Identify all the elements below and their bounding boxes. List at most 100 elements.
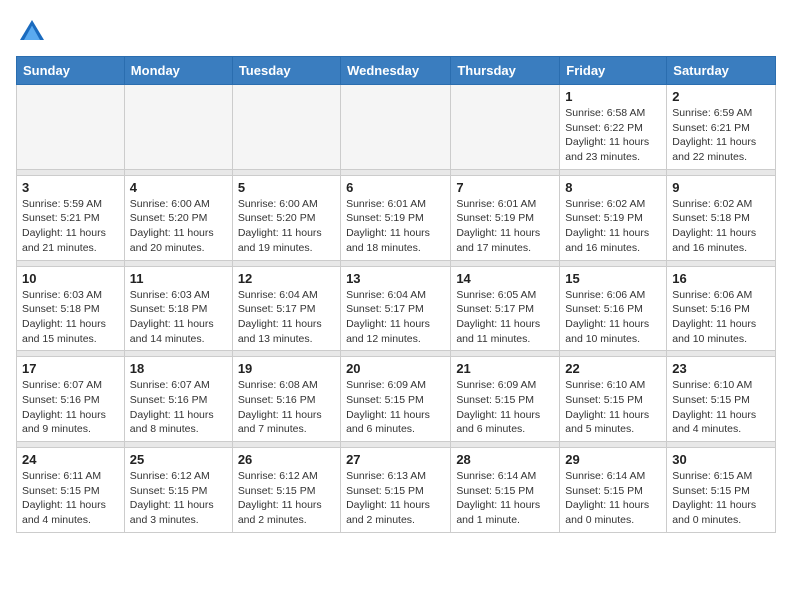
day-number: 19 — [238, 361, 335, 376]
calendar-cell: 21 Sunrise: 6:09 AM Sunset: 5:15 PM Dayli… — [451, 357, 560, 442]
day-number: 30 — [672, 452, 770, 467]
day-info: Sunrise: 6:07 AM Sunset: 5:16 PM Dayligh… — [130, 378, 227, 437]
day-info: Sunrise: 6:15 AM Sunset: 5:15 PM Dayligh… — [672, 469, 770, 528]
calendar-week-row: 1Sunrise: 6:58 AM Sunset: 6:22 PM Daylig… — [17, 85, 776, 170]
day-info: Sunrise: 6:09 AM Sunset: 5:15 PM Dayligh… — [346, 378, 445, 437]
day-info: Sunrise: 6:04 AM Sunset: 5:17 PM Dayligh… — [346, 288, 445, 347]
calendar-cell: 9 Sunrise: 6:02 AM Sunset: 5:18 PM Daylig… — [667, 175, 776, 260]
logo-icon — [16, 16, 48, 48]
day-number: 25 — [130, 452, 227, 467]
calendar-cell: 4Sunrise: 6:00 AM Sunset: 5:20 PM Daylig… — [124, 175, 232, 260]
calendar-cell: 8Sunrise: 6:02 AM Sunset: 5:19 PM Daylig… — [560, 175, 667, 260]
day-info: Sunrise: 6:09 AM Sunset: 5:15 PM Dayligh… — [456, 378, 554, 437]
day-number: 26 — [238, 452, 335, 467]
day-number: 15 — [565, 271, 661, 286]
day-number: 27 — [346, 452, 445, 467]
day-number: 7 — [456, 180, 554, 195]
day-number: 10 — [22, 271, 119, 286]
day-info: Sunrise: 6:01 AM Sunset: 5:19 PM Dayligh… — [456, 197, 554, 256]
calendar-cell: 16Sunrise: 6:06 AM Sunset: 5:16 PM Dayli… — [667, 266, 776, 351]
calendar-cell: 27 Sunrise: 6:13 AM Sunset: 5:15 PM Dayli… — [341, 448, 451, 533]
day-info: Sunrise: 6:10 AM Sunset: 5:15 PM Dayligh… — [565, 378, 661, 437]
calendar-cell — [17, 85, 125, 170]
calendar-cell: 30 Sunrise: 6:15 AM Sunset: 5:15 PM Dayli… — [667, 448, 776, 533]
calendar-cell — [451, 85, 560, 170]
calendar-cell: 14 Sunrise: 6:05 AM Sunset: 5:17 PM Dayli… — [451, 266, 560, 351]
day-info: Sunrise: 6:03 AM Sunset: 5:18 PM Dayligh… — [130, 288, 227, 347]
day-info: Sunrise: 5:59 AM Sunset: 5:21 PM Dayligh… — [22, 197, 119, 256]
day-info: Sunrise: 6:12 AM Sunset: 5:15 PM Dayligh… — [238, 469, 335, 528]
calendar-cell: 6Sunrise: 6:01 AM Sunset: 5:19 PM Daylig… — [341, 175, 451, 260]
calendar-header-saturday: Saturday — [667, 57, 776, 85]
calendar-cell — [232, 85, 340, 170]
day-info: Sunrise: 6:04 AM Sunset: 5:17 PM Dayligh… — [238, 288, 335, 347]
day-info: Sunrise: 6:08 AM Sunset: 5:16 PM Dayligh… — [238, 378, 335, 437]
day-number: 2 — [672, 89, 770, 104]
calendar-header-tuesday: Tuesday — [232, 57, 340, 85]
day-number: 28 — [456, 452, 554, 467]
calendar-cell: 25 Sunrise: 6:12 AM Sunset: 5:15 PM Dayli… — [124, 448, 232, 533]
calendar-cell: 18 Sunrise: 6:07 AM Sunset: 5:16 PM Dayli… — [124, 357, 232, 442]
calendar-cell: 28Sunrise: 6:14 AM Sunset: 5:15 PM Dayli… — [451, 448, 560, 533]
calendar-week-row: 24Sunrise: 6:11 AM Sunset: 5:15 PM Dayli… — [17, 448, 776, 533]
calendar-cell: 1Sunrise: 6:58 AM Sunset: 6:22 PM Daylig… — [560, 85, 667, 170]
day-number: 13 — [346, 271, 445, 286]
calendar-cell: 24Sunrise: 6:11 AM Sunset: 5:15 PM Dayli… — [17, 448, 125, 533]
calendar-header-friday: Friday — [560, 57, 667, 85]
calendar-week-row: 3 Sunrise: 5:59 AM Sunset: 5:21 PM Daylig… — [17, 175, 776, 260]
day-info: Sunrise: 6:13 AM Sunset: 5:15 PM Dayligh… — [346, 469, 445, 528]
day-info: Sunrise: 6:11 AM Sunset: 5:15 PM Dayligh… — [22, 469, 119, 528]
day-info: Sunrise: 6:14 AM Sunset: 5:15 PM Dayligh… — [565, 469, 661, 528]
day-number: 29 — [565, 452, 661, 467]
day-number: 17 — [22, 361, 119, 376]
day-info: Sunrise: 6:10 AM Sunset: 5:15 PM Dayligh… — [672, 378, 770, 437]
calendar-cell: 20 Sunrise: 6:09 AM Sunset: 5:15 PM Dayli… — [341, 357, 451, 442]
day-info: Sunrise: 6:58 AM Sunset: 6:22 PM Dayligh… — [565, 106, 661, 165]
calendar-cell: 5 Sunrise: 6:00 AM Sunset: 5:20 PM Daylig… — [232, 175, 340, 260]
day-number: 11 — [130, 271, 227, 286]
calendar-week-row: 10 Sunrise: 6:03 AM Sunset: 5:18 PM Dayli… — [17, 266, 776, 351]
calendar-header-sunday: Sunday — [17, 57, 125, 85]
calendar-cell: 26 Sunrise: 6:12 AM Sunset: 5:15 PM Dayli… — [232, 448, 340, 533]
day-number: 14 — [456, 271, 554, 286]
calendar-cell: 2Sunrise: 6:59 AM Sunset: 6:21 PM Daylig… — [667, 85, 776, 170]
calendar-cell: 3 Sunrise: 5:59 AM Sunset: 5:21 PM Daylig… — [17, 175, 125, 260]
calendar-cell: 19 Sunrise: 6:08 AM Sunset: 5:16 PM Dayli… — [232, 357, 340, 442]
day-info: Sunrise: 6:12 AM Sunset: 5:15 PM Dayligh… — [130, 469, 227, 528]
calendar-cell: 13 Sunrise: 6:04 AM Sunset: 5:17 PM Dayli… — [341, 266, 451, 351]
day-number: 12 — [238, 271, 335, 286]
day-info: Sunrise: 6:00 AM Sunset: 5:20 PM Dayligh… — [238, 197, 335, 256]
day-number: 18 — [130, 361, 227, 376]
calendar-header-thursday: Thursday — [451, 57, 560, 85]
calendar-header-monday: Monday — [124, 57, 232, 85]
calendar-cell: 22 Sunrise: 6:10 AM Sunset: 5:15 PM Dayli… — [560, 357, 667, 442]
calendar-cell: 15 Sunrise: 6:06 AM Sunset: 5:16 PM Dayli… — [560, 266, 667, 351]
calendar-cell — [124, 85, 232, 170]
day-info: Sunrise: 6:03 AM Sunset: 5:18 PM Dayligh… — [22, 288, 119, 347]
day-number: 3 — [22, 180, 119, 195]
day-number: 16 — [672, 271, 770, 286]
day-number: 9 — [672, 180, 770, 195]
day-info: Sunrise: 6:07 AM Sunset: 5:16 PM Dayligh… — [22, 378, 119, 437]
calendar-cell: 11 Sunrise: 6:03 AM Sunset: 5:18 PM Dayli… — [124, 266, 232, 351]
calendar-header-wednesday: Wednesday — [341, 57, 451, 85]
day-number: 22 — [565, 361, 661, 376]
calendar-cell — [341, 85, 451, 170]
calendar-cell: 10 Sunrise: 6:03 AM Sunset: 5:18 PM Dayli… — [17, 266, 125, 351]
day-number: 5 — [238, 180, 335, 195]
day-info: Sunrise: 6:05 AM Sunset: 5:17 PM Dayligh… — [456, 288, 554, 347]
day-number: 21 — [456, 361, 554, 376]
day-number: 4 — [130, 180, 227, 195]
header — [16, 16, 776, 48]
day-info: Sunrise: 6:02 AM Sunset: 5:18 PM Dayligh… — [672, 197, 770, 256]
calendar-cell: 17 Sunrise: 6:07 AM Sunset: 5:16 PM Dayli… — [17, 357, 125, 442]
day-number: 23 — [672, 361, 770, 376]
calendar-header-row: SundayMondayTuesdayWednesdayThursdayFrid… — [17, 57, 776, 85]
calendar-table: SundayMondayTuesdayWednesdayThursdayFrid… — [16, 56, 776, 533]
day-info: Sunrise: 6:06 AM Sunset: 5:16 PM Dayligh… — [565, 288, 661, 347]
day-number: 20 — [346, 361, 445, 376]
calendar-cell: 23 Sunrise: 6:10 AM Sunset: 5:15 PM Dayli… — [667, 357, 776, 442]
calendar-cell: 12 Sunrise: 6:04 AM Sunset: 5:17 PM Dayli… — [232, 266, 340, 351]
logo — [16, 16, 52, 48]
day-number: 6 — [346, 180, 445, 195]
